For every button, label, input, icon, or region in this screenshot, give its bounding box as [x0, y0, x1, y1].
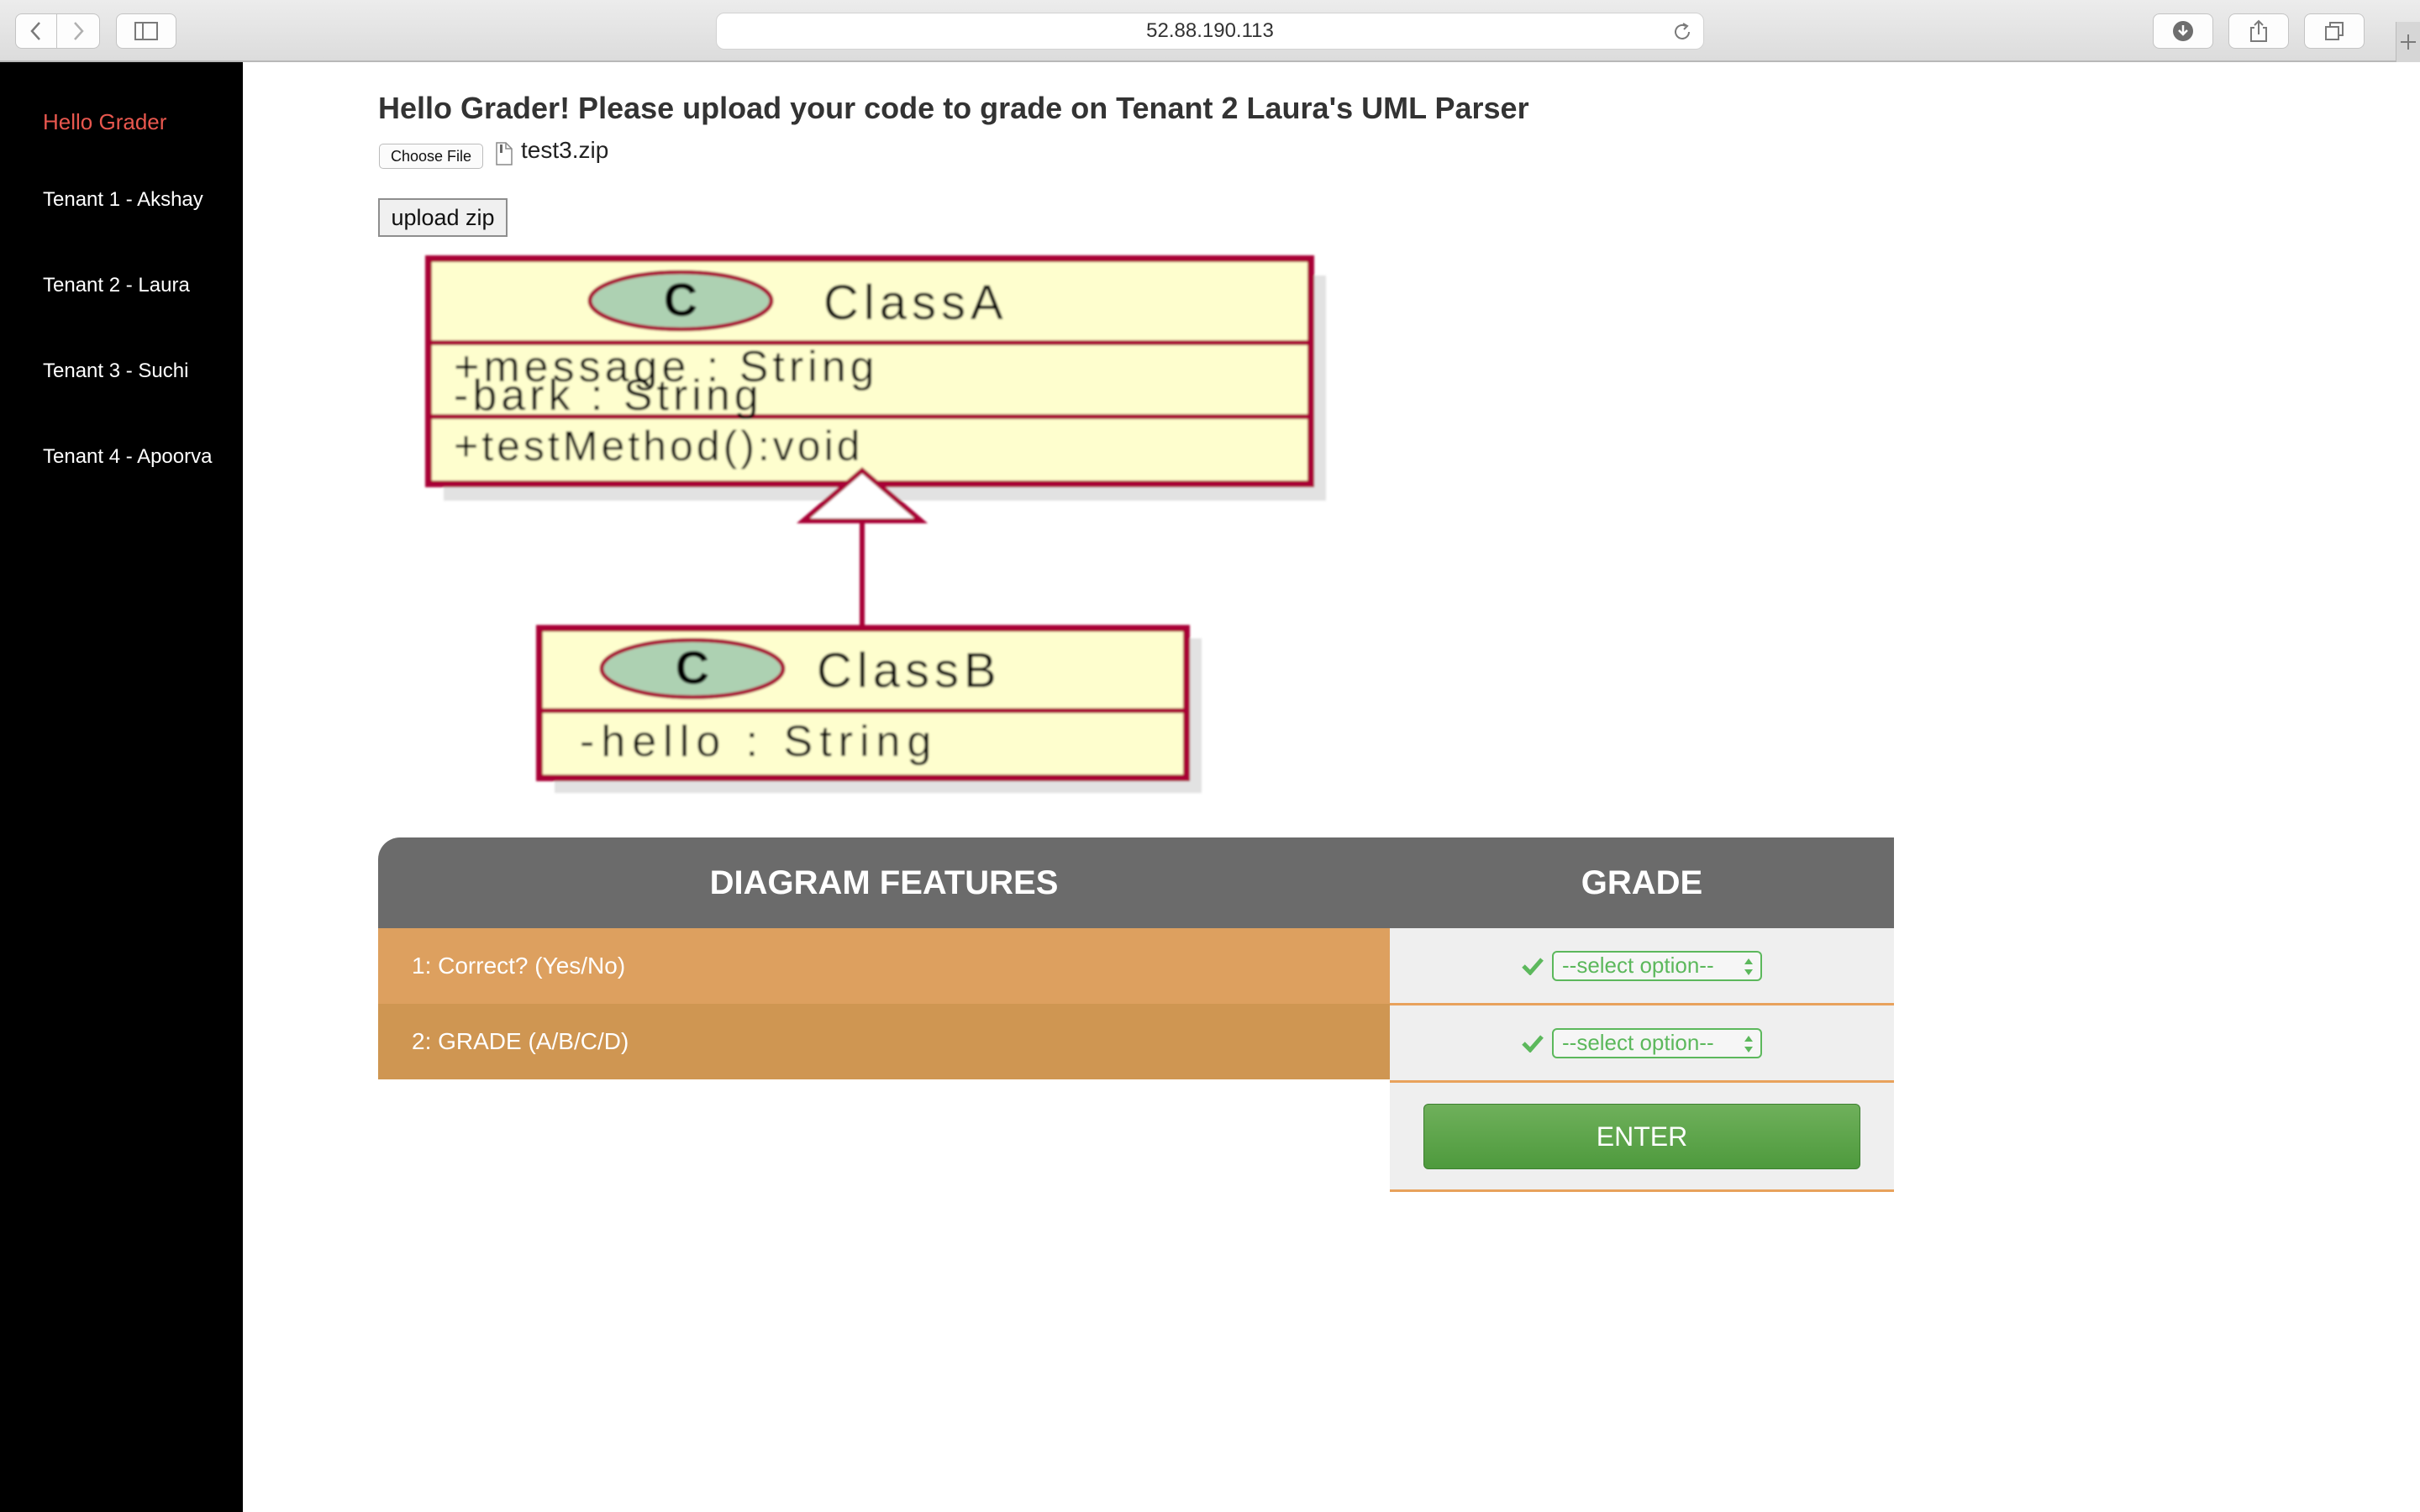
select-value: --select option-- — [1562, 953, 1714, 978]
plus-icon — [2401, 34, 2416, 50]
url-text: 52.88.190.113 — [1146, 19, 1274, 42]
sidebar-toggle-button[interactable] — [116, 13, 176, 49]
sidebar-item-tenant-3[interactable]: Tenant 3 - Suchi — [43, 360, 188, 383]
uml-class-a: C ClassA +message : String -bark : Strin… — [425, 255, 1314, 487]
upload-zip-button[interactable]: upload zip — [378, 198, 508, 237]
enter-button[interactable]: ENTER — [1423, 1104, 1860, 1169]
choose-file-button[interactable]: Choose File — [379, 144, 483, 169]
sidebar-icon — [134, 22, 158, 40]
select-arrows-icon — [1744, 1035, 1753, 1053]
checkmark-icon — [1522, 957, 1544, 975]
table-row-feature-2: 2: GRADE (A/B/C/D) — [378, 1004, 1390, 1079]
table-header: DIAGRAM FEATURES GRADE — [378, 837, 1894, 928]
grade-select-correct[interactable]: --select option-- — [1552, 950, 1762, 981]
header-diagram-features: DIAGRAM FEATURES — [709, 864, 1059, 901]
share-icon — [2250, 19, 2267, 42]
checkmark-icon — [1522, 1034, 1544, 1053]
uml-class-b: C ClassB -hello : String — [536, 625, 1190, 781]
share-button[interactable] — [2228, 13, 2289, 49]
table-row-feature-1: 1: Correct? (Yes/No) — [378, 928, 1390, 1004]
sidebar-nav: Hello Grader Tenant 1 - Akshay Tenant 2 … — [0, 62, 243, 1512]
grade-cell-1: --select option-- — [1390, 928, 1894, 1005]
chevron-right-icon — [74, 22, 84, 40]
grade-cell-2: --select option-- — [1390, 1005, 1894, 1083]
tabs-overview-button[interactable] — [2304, 13, 2365, 49]
class-a-name: ClassA — [823, 276, 1008, 330]
class-b-stereotype: C — [676, 641, 709, 694]
feature-label: 2: GRADE (A/B/C/D) — [412, 1028, 629, 1054]
page-title: Hello Grader! Please upload your code to… — [378, 91, 1529, 125]
feature-label: 1: Correct? (Yes/No) — [412, 953, 626, 979]
selected-file-name: test3.zip — [521, 137, 609, 163]
address-bar[interactable]: 52.88.190.113 — [716, 13, 1704, 50]
download-icon — [2173, 21, 2193, 41]
forward-button[interactable] — [56, 13, 100, 49]
select-arrows-icon — [1744, 958, 1753, 975]
grade-select-letter[interactable]: --select option-- — [1552, 1027, 1762, 1058]
class-a-attribute-2: -bark : String — [454, 371, 763, 420]
back-button[interactable] — [15, 13, 57, 49]
file-icon — [495, 141, 513, 171]
sidebar-item-tenant-1[interactable]: Tenant 1 - Akshay — [43, 188, 203, 212]
header-grade: GRADE — [1581, 864, 1703, 901]
sidebar-item-tenant-2[interactable]: Tenant 2 - Laura — [43, 274, 190, 297]
reload-icon[interactable] — [1671, 21, 1693, 49]
enter-cell: ENTER — [1390, 1083, 1894, 1192]
class-a-stereotype: C — [664, 273, 697, 326]
tabs-icon — [2325, 22, 2344, 40]
sidebar-item-hello-grader[interactable]: Hello Grader — [43, 109, 166, 135]
class-b-name: ClassB — [817, 643, 1002, 698]
class-a-method-1: +testMethod():void — [454, 423, 863, 470]
new-tab-button[interactable] — [2396, 22, 2420, 62]
chevron-left-icon — [30, 22, 40, 40]
select-value: --select option-- — [1562, 1030, 1714, 1055]
downloads-button[interactable] — [2153, 13, 2213, 49]
uml-class-diagram: C ClassA +message : String -bark : Strin… — [425, 255, 1326, 793]
class-b-attribute-1: -hello : String — [580, 717, 938, 766]
browser-toolbar: 52.88.190.113 — [0, 0, 2420, 62]
sidebar-item-tenant-4[interactable]: Tenant 4 - Apoorva — [43, 445, 212, 469]
